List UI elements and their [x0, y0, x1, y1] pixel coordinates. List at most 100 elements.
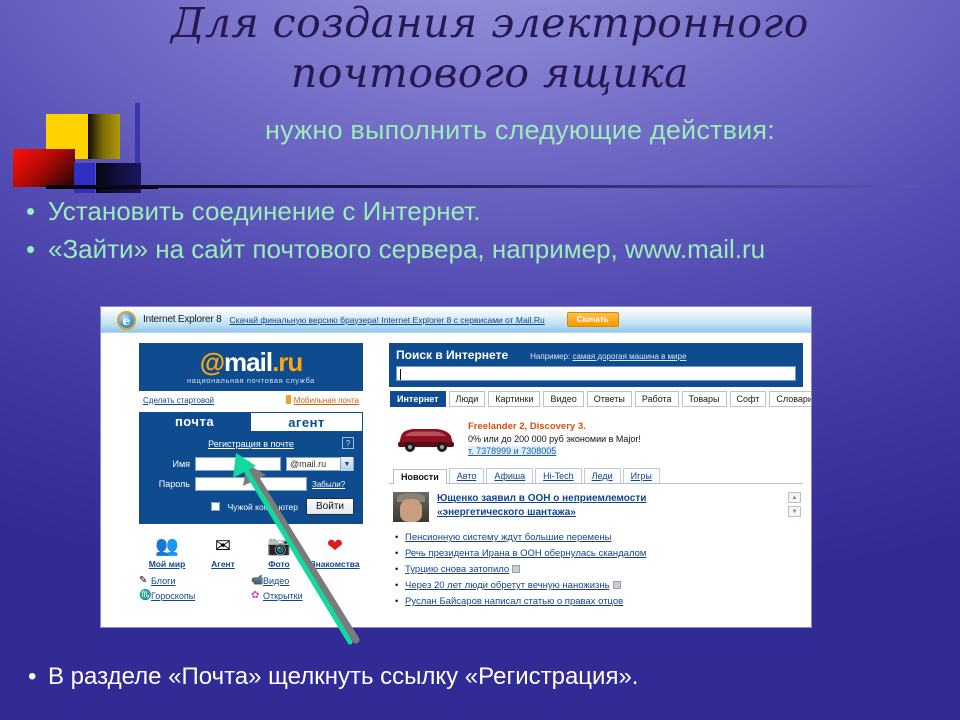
search-tab-lyudi[interactable]: Люди — [448, 391, 486, 407]
search-tab-internet[interactable]: Интернет — [390, 391, 446, 407]
mailru-right-column: Поиск в Интернете Например: самая дорога… — [389, 343, 811, 610]
news-bullet: • — [395, 548, 399, 559]
ad-phone-link[interactable]: т. 7378999 и 7308005 — [468, 446, 557, 456]
search-hint-prefix: Например: — [530, 352, 571, 361]
news-link[interactable]: Турцию снова затопило — [405, 564, 509, 575]
search-header: Поиск в Интернете Например: самая дорога… — [396, 348, 796, 362]
service-label[interactable]: Агент — [197, 559, 249, 569]
search-tab-otvety[interactable]: Ответы — [586, 391, 632, 407]
news-lead-line-1[interactable]: Ющенко заявил в ООН о неприемлемости — [437, 492, 646, 506]
list-item[interactable]: • Турцию снова затопило — [395, 562, 803, 578]
service-label[interactable]: Мой мир — [141, 559, 193, 569]
news-tab-avto[interactable]: Авто — [448, 468, 485, 483]
service-agent[interactable]: ✉ Агент — [197, 536, 249, 569]
news-tabs: Новости Авто Афиша Hi-Tech Леди Игры — [389, 468, 803, 484]
news-scroll-controls: ▲ ▼ — [788, 492, 801, 517]
bullet-text: «Зайти» на сайт почтового сервера, напри… — [48, 234, 766, 264]
list-item[interactable]: • Через 20 лет люди обретут вечную наножи… — [395, 578, 803, 594]
help-icon[interactable]: ? — [342, 437, 354, 449]
service-label[interactable]: Фото — [253, 559, 305, 569]
news-bullet: • — [395, 532, 399, 543]
search-hint-link[interactable]: самая дорогая машина в мире — [572, 352, 686, 361]
news-lead-line-2[interactable]: «энергетического шантажа» — [437, 506, 646, 520]
search-tab-kartinki[interactable]: Картинки — [488, 391, 541, 407]
mini-service-label[interactable]: Открытки — [263, 591, 303, 601]
slide-subtitle: нужно выполнить следующие действия: — [265, 115, 775, 145]
news-bullet: • — [395, 580, 399, 591]
service-znakomstva[interactable]: ❤ Знакомства — [309, 536, 361, 569]
news-tab-afisha[interactable]: Афиша — [486, 468, 534, 483]
search-hint: Например: самая дорогая машина в мире — [530, 352, 686, 361]
search-tab-soft[interactable]: Софт — [729, 391, 767, 407]
search-tab-video[interactable]: Видео — [543, 391, 584, 407]
mini-service-video[interactable]: 📹 Видео — [251, 575, 363, 586]
news-link[interactable]: Речь президента Ирана в ООН обернулась с… — [405, 548, 646, 559]
news-tab-hitech[interactable]: Hi-Tech — [535, 468, 582, 483]
ie-download-button[interactable]: Скачать — [566, 312, 619, 327]
password-input[interactable] — [195, 477, 307, 491]
photo-face — [400, 499, 422, 522]
scroll-down-icon[interactable]: ▼ — [788, 506, 801, 517]
service-label[interactable]: Знакомства — [309, 559, 361, 569]
search-panel: Поиск в Интернете Например: самая дорога… — [389, 343, 803, 387]
photo-badge-icon — [612, 581, 621, 589]
search-tab-rabota[interactable]: Работа — [634, 391, 679, 407]
tab-agent[interactable]: агент — [250, 412, 363, 431]
ad-description: 0% или до 200 000 руб экономии в Major! — [468, 434, 641, 444]
news-link[interactable]: Пенсионную систему ждут большие перемены — [405, 532, 611, 543]
pencil-icon: ✎ — [139, 575, 148, 586]
list-item[interactable]: • Пенсионную систему ждут большие перемен… — [395, 530, 803, 546]
search-input[interactable] — [396, 366, 796, 381]
mailru-logo-text: @mail.ru — [199, 347, 304, 377]
name-label: Имя — [172, 459, 190, 469]
news-lead-story[interactable]: Ющенко заявил в ООН о неприемлемости «эн… — [389, 492, 803, 522]
zodiac-icon: ♏ — [139, 590, 152, 601]
chevron-down-icon: ▼ — [340, 457, 353, 471]
foreign-computer-checkbox[interactable] — [210, 502, 220, 511]
mailru-logo[interactable]: @mail.ru национальная почтовая служба — [139, 343, 363, 391]
mobile-mail-wrap[interactable]: Мобильная почта — [285, 395, 359, 405]
bullet-marker: • — [28, 663, 37, 690]
list-item[interactable]: • Речь президента Ирана в ООН обернулась … — [395, 546, 803, 562]
camera-icon: 📷 — [267, 536, 291, 557]
search-tab-tovary[interactable]: Товары — [681, 391, 727, 407]
ad-body: Freelander 2, Discovery 3. 0% или до 200… — [468, 420, 641, 456]
service-moy-mir[interactable]: 👥 Мой мир — [141, 536, 193, 569]
mobile-mail-link[interactable]: Мобильная почта — [294, 396, 359, 405]
embedded-browser-screenshot: e Internet Explorer 8 Скачай финальную в… — [100, 306, 812, 628]
ie-product-name: Internet Explorer 8 — [143, 314, 222, 325]
title-divider-line — [62, 185, 920, 188]
service-foto[interactable]: 📷 Фото — [253, 536, 305, 569]
forgot-password-link[interactable]: Забыли? — [312, 480, 354, 489]
list-item: • «Зайти» на сайт почтового сервера, напр… — [26, 230, 916, 268]
domain-select[interactable]: @mail.ru ▼ — [286, 457, 354, 471]
mini-service-blogi[interactable]: ✎ Блоги — [139, 575, 251, 586]
mailru-logo-at: @ — [199, 347, 225, 377]
mini-service-label[interactable]: Гороскопы — [151, 591, 195, 601]
mini-service-otkrytki[interactable]: ✿ Открытки — [251, 590, 363, 601]
ie-promo-link[interactable]: Скачай финальную версию браузера! Intern… — [229, 315, 544, 325]
search-category-tabs: Интернет Люди Картинки Видео Ответы Рабо… — [389, 391, 811, 407]
news-tab-ledi[interactable]: Леди — [583, 468, 621, 483]
make-homepage-link[interactable]: Сделать стартовой — [143, 396, 214, 405]
ad-title: Freelander 2, Discovery 3. — [468, 421, 586, 432]
news-list: • Пенсионную систему ждут большие перемен… — [389, 530, 803, 610]
news-tab-novosti[interactable]: Новости — [393, 469, 447, 484]
login-button[interactable]: Войти — [306, 498, 354, 515]
title-line-1: Для создания электронного — [171, 0, 809, 47]
mini-service-goroskopy[interactable]: ♏ Гороскопы — [139, 590, 251, 601]
mini-service-label[interactable]: Блоги — [151, 576, 175, 586]
login-name-input[interactable] — [195, 457, 281, 471]
login-name-row: Имя @mail.ru ▼ — [148, 457, 354, 471]
news-link[interactable]: Через 20 лет люди обретут вечную наножиз… — [405, 580, 610, 591]
register-link[interactable]: Регистрация в почте — [208, 439, 294, 449]
scroll-up-icon[interactable]: ▲ — [788, 492, 801, 503]
news-link[interactable]: Руслан Байсаров написал статью о правах … — [405, 596, 623, 607]
list-item[interactable]: • Руслан Байсаров написал статью о правах… — [395, 594, 803, 610]
login-password-row: Пароль Забыли? — [148, 477, 354, 491]
tab-pochta[interactable]: почта — [139, 412, 250, 431]
news-tab-igry[interactable]: Игры — [622, 468, 660, 483]
advertisement-banner[interactable]: Freelander 2, Discovery 3. 0% или до 200… — [389, 420, 803, 456]
mini-service-label[interactable]: Видео — [263, 576, 289, 586]
search-tab-slovari[interactable]: Словари — [769, 391, 811, 407]
